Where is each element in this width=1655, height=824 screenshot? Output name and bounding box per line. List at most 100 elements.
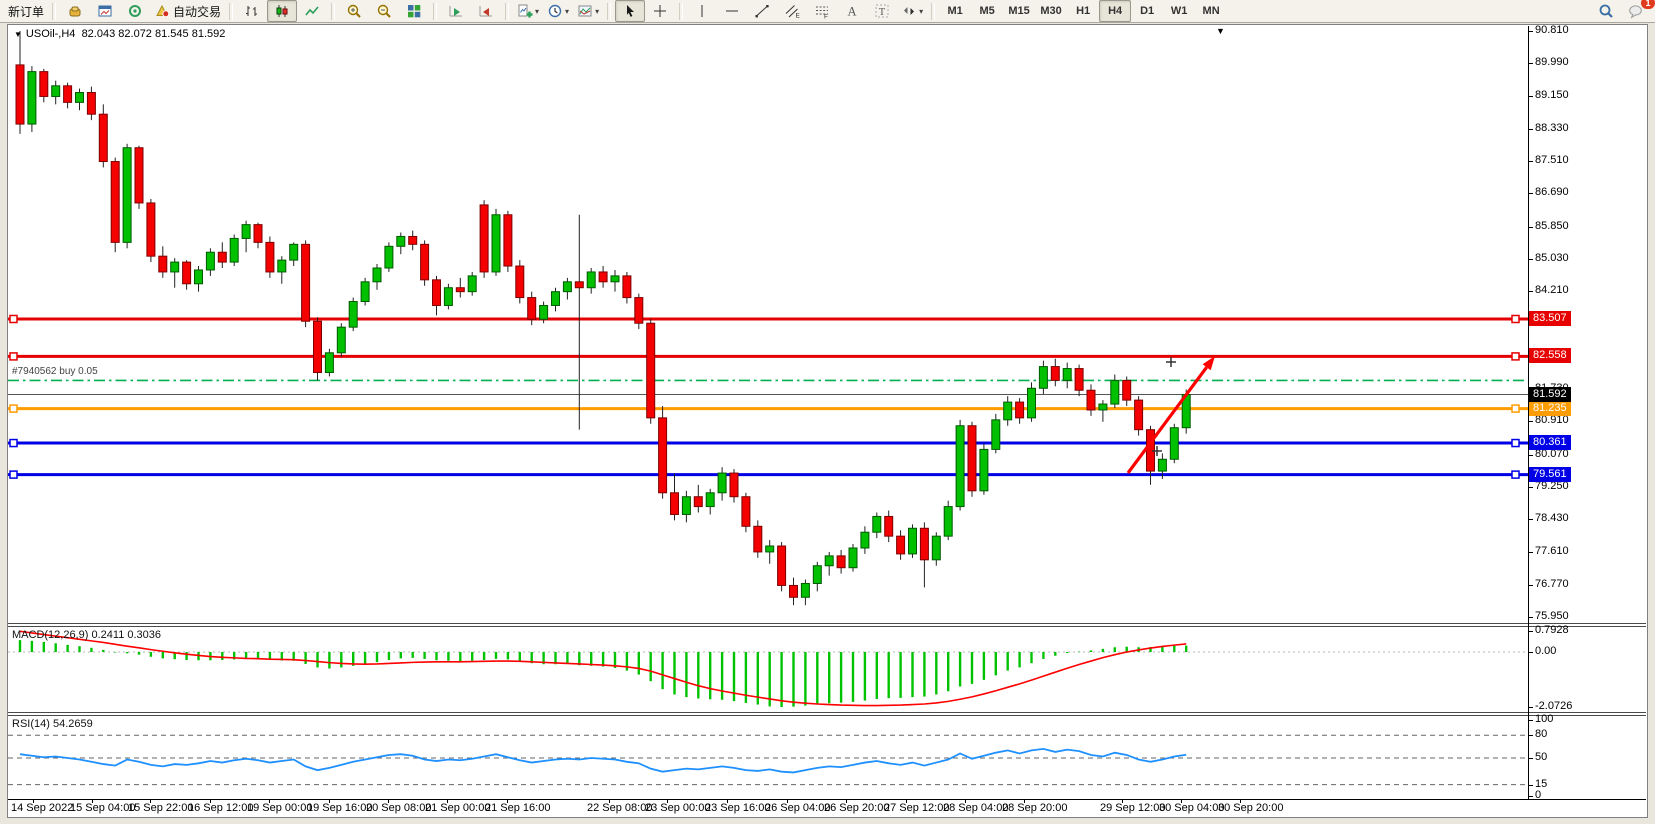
trendline-icon[interactable]: [747, 0, 777, 22]
timeframe-button-h4[interactable]: H4: [1099, 0, 1131, 22]
candle: [349, 302, 357, 328]
candle: [849, 548, 857, 568]
candlestick-chart-icon[interactable]: [267, 0, 297, 22]
candle: [694, 497, 702, 507]
candle: [444, 288, 452, 306]
main-chart-pane[interactable]: [8, 26, 1528, 623]
chart-context-arrow-icon[interactable]: ▼: [1216, 26, 1225, 36]
candle: [682, 497, 690, 515]
line-anchor[interactable]: [10, 471, 17, 478]
line-chart-icon[interactable]: [297, 0, 327, 22]
chart-title-dropdown-icon[interactable]: ▼: [14, 30, 22, 39]
date-tick-label: 15 Sep 22:00: [128, 802, 193, 814]
candle: [766, 546, 774, 552]
main-toolbar: 新订单自动交易▾▾▾EFAT▾M1M5M15M30H1H4D1W1MN1: [0, 0, 1655, 23]
candle: [183, 262, 191, 284]
candle: [468, 276, 476, 292]
date-tick-label: 28 Sep 20:00: [1002, 802, 1067, 814]
candle: [1123, 380, 1131, 400]
search-button[interactable]: [1591, 0, 1621, 22]
candle: [504, 215, 512, 266]
line-anchor[interactable]: [1512, 315, 1519, 322]
candle: [99, 114, 107, 161]
bar-chart-icon[interactable]: [237, 0, 267, 22]
line-anchor[interactable]: [10, 405, 17, 412]
auto-scroll-icon[interactable]: [441, 0, 471, 22]
rsi-pane[interactable]: [8, 716, 1528, 799]
bar-high: 82.072: [118, 28, 152, 40]
candle: [754, 526, 762, 552]
price-tag: 81.235: [1529, 401, 1571, 416]
candle: [932, 536, 940, 560]
window-edge-left: [0, 24, 7, 818]
cross-marker[interactable]: [1166, 357, 1176, 367]
candle: [433, 280, 441, 306]
line-anchor[interactable]: [1512, 471, 1519, 478]
candle: [206, 252, 214, 270]
candle: [635, 298, 643, 324]
candle: [992, 420, 1000, 450]
date-tick-label: 19 Sep 00:00: [247, 802, 312, 814]
arrows-icon[interactable]: ▾: [897, 0, 927, 22]
crosshair-icon[interactable]: [645, 0, 675, 22]
timeframe-button-w1[interactable]: W1: [1163, 0, 1195, 22]
toolbar-separator: [679, 3, 683, 20]
line-anchor[interactable]: [1512, 440, 1519, 447]
new-chart-icon[interactable]: ▾: [513, 0, 543, 22]
zoom-in-icon[interactable]: [339, 0, 369, 22]
signal-icon[interactable]: [120, 0, 150, 22]
chart-window-icon[interactable]: [90, 0, 120, 22]
periods-icon[interactable]: ▾: [543, 0, 573, 22]
zoom-out-icon[interactable]: [369, 0, 399, 22]
candle: [540, 305, 548, 319]
toolbar-separator: [229, 3, 233, 20]
rsi-tick: 100: [1535, 713, 1553, 725]
cursor-icon[interactable]: [615, 0, 645, 22]
date-tick-label: 26 Sep 20:00: [824, 802, 889, 814]
line-anchor[interactable]: [1512, 405, 1519, 412]
vertical-line-icon[interactable]: [687, 0, 717, 22]
new-order-button[interactable]: 新订单: [4, 0, 48, 22]
line-anchor[interactable]: [10, 440, 17, 447]
price-tick: 89.990: [1535, 56, 1569, 68]
candle: [1028, 388, 1036, 418]
templates-icon[interactable]: ▾: [573, 0, 603, 22]
timeframe-button-mn[interactable]: MN: [1195, 0, 1227, 22]
candle: [552, 292, 560, 306]
timeframe-button-d1[interactable]: D1: [1131, 0, 1163, 22]
equidistant-channel-icon[interactable]: E: [777, 0, 807, 22]
gold-nugget-icon[interactable]: [60, 0, 90, 22]
candle: [575, 282, 583, 288]
text-icon[interactable]: A: [837, 0, 867, 22]
candle: [587, 272, 595, 288]
macd-pane[interactable]: [8, 627, 1528, 711]
auto-trading-button[interactable]: 自动交易: [150, 0, 225, 22]
line-anchor[interactable]: [1512, 353, 1519, 360]
timeframe-button-m30[interactable]: M30: [1035, 0, 1067, 22]
text-label-icon[interactable]: T: [867, 0, 897, 22]
candle: [492, 215, 500, 272]
candle: [325, 353, 333, 373]
candle: [135, 148, 143, 203]
date-tick-label: 29 Sep 12:00: [1100, 802, 1165, 814]
timeframe-button-m15[interactable]: M15: [1003, 0, 1035, 22]
fibonacci-icon[interactable]: F: [807, 0, 837, 22]
chart-shift-icon[interactable]: [471, 0, 501, 22]
price-tick: 85.030: [1535, 252, 1569, 264]
candle: [706, 493, 714, 507]
timeframe-button-m1[interactable]: M1: [939, 0, 971, 22]
svg-text:A: A: [848, 5, 857, 19]
tile-windows-icon[interactable]: [399, 0, 429, 22]
date-tick-label: 28 Sep 04:00: [943, 802, 1008, 814]
horizontal-line-icon[interactable]: [717, 0, 747, 22]
price-tick: 77.610: [1535, 545, 1569, 557]
notifications-button[interactable]: 1: [1621, 0, 1651, 22]
line-anchor[interactable]: [10, 353, 17, 360]
candle: [123, 148, 131, 243]
line-anchor[interactable]: [10, 315, 17, 322]
candle: [52, 86, 60, 97]
timeframe-button-h1[interactable]: H1: [1067, 0, 1099, 22]
candle: [16, 65, 24, 124]
candle: [218, 252, 226, 262]
timeframe-button-m5[interactable]: M5: [971, 0, 1003, 22]
